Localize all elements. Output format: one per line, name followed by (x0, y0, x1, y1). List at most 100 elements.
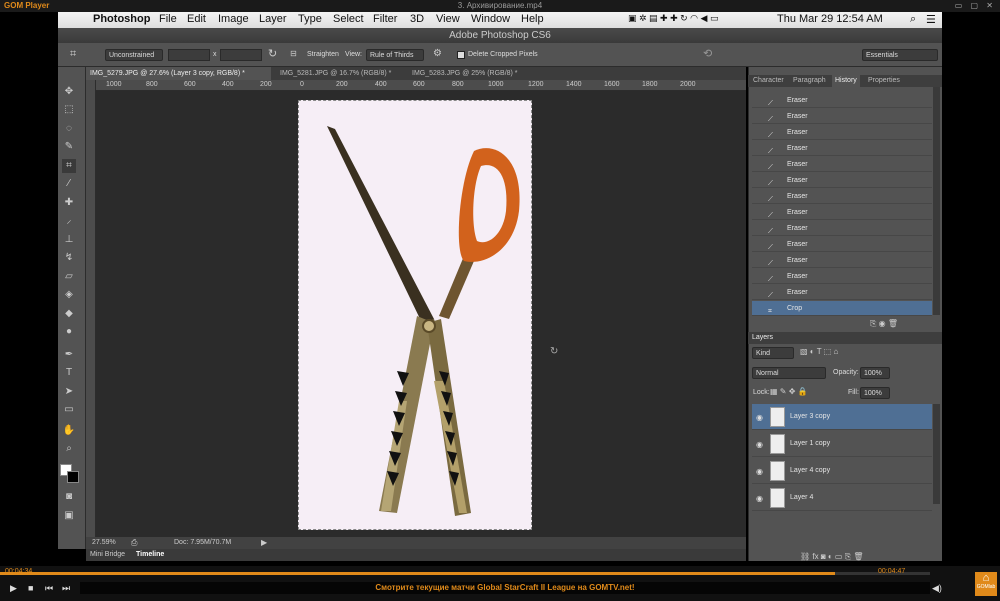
history-item-selected[interactable]: ⌗ Crop (752, 301, 932, 316)
tab-character[interactable]: Character (750, 75, 787, 87)
background-color-swatch[interactable] (67, 471, 79, 483)
workspace-dropdown[interactable]: Essentials (862, 49, 938, 61)
layer-row[interactable]: ◉ Layer 1 copy (752, 431, 932, 457)
dodge-tool-icon[interactable]: ● (62, 325, 76, 339)
menu-filter[interactable]: Filter (373, 13, 397, 25)
history-item[interactable]: ⟋ Eraser (752, 173, 932, 188)
layers-footer-icons[interactable]: ⛓ fx ◙ ◐ ▭ ⎘ 🗑 (800, 552, 864, 562)
shape-tool-icon[interactable]: ▭ (62, 403, 76, 417)
document-image[interactable] (298, 100, 532, 530)
crop-tool-icon[interactable]: ⌗ (62, 159, 76, 173)
tab-timeline[interactable]: Timeline (136, 551, 164, 558)
eraser-tool-icon[interactable]: ▱ (62, 270, 76, 284)
player-window-controls[interactable]: ▭ ▢ ✕ (955, 1, 996, 10)
type-tool-icon[interactable]: T (62, 366, 76, 380)
crop-tool-icon[interactable]: ⌗ (70, 48, 76, 61)
menu-window[interactable]: Window (471, 13, 510, 25)
screen-mode-icon[interactable]: ▣ (62, 509, 76, 523)
menu-file[interactable]: File (159, 13, 177, 25)
tab-img-5279[interactable]: IMG_5279.JPG @ 27.6% (Layer 3 copy, RGB/… (86, 67, 271, 80)
quick-select-tool-icon[interactable]: ✎ (62, 140, 76, 154)
history-item[interactable]: ⟋ Eraser (752, 237, 932, 252)
tab-img-5281[interactable]: IMG_5281.JPG @ 16.7% (RGB/8) * (276, 67, 404, 80)
notification-icon[interactable]: ☰ (926, 13, 936, 26)
straighten-label[interactable]: Straighten (307, 51, 339, 58)
export-icon[interactable]: ⎙ (131, 538, 137, 548)
delete-cropped-checkbox[interactable] (457, 51, 465, 59)
path-select-tool-icon[interactable]: ➤ (62, 385, 76, 399)
stop-icon[interactable]: ■ (28, 583, 33, 593)
swap-icon[interactable]: ↻ (268, 47, 277, 60)
history-item[interactable]: ⟋ Eraser (752, 189, 932, 204)
bucket-tool-icon[interactable]: ◈ (62, 288, 76, 302)
filter-icons[interactable]: ▧ ◐ T ⬚ ⌂ (800, 347, 838, 356)
tab-mini-bridge[interactable]: Mini Bridge (90, 551, 125, 558)
tab-properties[interactable]: Properties (865, 75, 903, 87)
menu-help[interactable]: Help (521, 13, 544, 25)
eye-icon[interactable]: ◉ (756, 467, 763, 476)
move-tool-icon[interactable]: ✥ (62, 85, 76, 99)
eye-icon[interactable]: ◉ (756, 413, 763, 422)
width-field[interactable] (168, 49, 210, 61)
menubar-clock[interactable]: Thu Mar 29 12:54 AM (777, 13, 883, 25)
history-item[interactable]: ⟋ Eraser (752, 125, 932, 140)
fill-field[interactable]: 100% (860, 387, 890, 399)
hand-tool-icon[interactable]: ✋ (62, 424, 76, 438)
menu-image[interactable]: Image (218, 13, 249, 25)
status-icons[interactable]: ▣ ✲ ▤ ✚ ✚ ↻ ◠ ◀ ▭ (628, 13, 718, 24)
history-item[interactable]: ⟋ Eraser (752, 93, 932, 108)
pen-tool-icon[interactable]: ✒ (62, 348, 76, 362)
volume-icon[interactable]: ◀) (932, 583, 942, 594)
lock-icons[interactable]: ▦ ✎ ✥ 🔒 (770, 387, 808, 396)
gear-icon[interactable]: ⚙ (433, 48, 442, 59)
layers-scrollbar[interactable] (933, 404, 940, 504)
history-item[interactable]: ⟋ Eraser (752, 221, 932, 236)
menu-3d[interactable]: 3D (410, 13, 424, 25)
menu-type[interactable]: Type (298, 13, 322, 25)
tab-history[interactable]: History (832, 75, 860, 87)
quick-mask-icon[interactable]: ◙ (62, 490, 76, 504)
layers-title[interactable]: Layers (752, 334, 773, 341)
stamp-tool-icon[interactable]: ⊥ (62, 233, 76, 247)
lasso-tool-icon[interactable]: ◌ (62, 122, 76, 136)
zoom-tool-icon[interactable]: ⌕ (62, 442, 76, 456)
layer-row[interactable]: ◉ Layer 3 copy (752, 404, 932, 430)
eye-icon[interactable]: ◉ (756, 494, 763, 503)
height-field[interactable] (220, 49, 262, 61)
history-item[interactable]: ⟋ Eraser (752, 285, 932, 300)
status-menu-arrow-icon[interactable]: ▶ (261, 538, 267, 547)
straighten-icon[interactable]: ⊟ (290, 49, 297, 58)
history-brush-tool-icon[interactable]: ↯ (62, 251, 76, 265)
view-dropdown[interactable]: Rule of Thirds (366, 49, 424, 61)
history-footer-icons[interactable]: ⎘ ◉ 🗑 (870, 319, 898, 329)
spotlight-icon[interactable]: ⌕ (910, 13, 916, 26)
marquee-tool-icon[interactable]: ⬚ (62, 103, 76, 117)
healing-tool-icon[interactable]: ✚ (62, 196, 76, 210)
menu-view[interactable]: View (436, 13, 460, 25)
menu-app-name[interactable]: Photoshop (93, 13, 150, 25)
ad-marquee[interactable]: Смотрите текущие матчи Global StarCraft … (80, 582, 930, 594)
tab-img-5283[interactable]: IMG_5283.JPG @ 25% (RGB/8) * (408, 67, 536, 80)
menu-select[interactable]: Select (333, 13, 364, 25)
brush-tool-icon[interactable]: ⸝ (62, 214, 76, 228)
layer-filter-dropdown[interactable]: Kind (752, 347, 794, 359)
history-item[interactable]: ⟋ Eraser (752, 205, 932, 220)
play-icon[interactable]: ▶ (10, 583, 17, 594)
blur-tool-icon[interactable]: ◆ (62, 307, 76, 321)
gomlab-button[interactable]: ⌂ GOMlab (975, 572, 997, 596)
menu-layer[interactable]: Layer (259, 13, 287, 25)
previous-icon[interactable]: ⏮ (45, 583, 53, 594)
layer-row[interactable]: ◉ Layer 4 (752, 485, 932, 511)
history-item[interactable]: ⟋ Eraser (752, 253, 932, 268)
history-item[interactable]: ⟋ Eraser (752, 157, 932, 172)
ratio-dropdown[interactable]: Unconstrained (105, 49, 163, 61)
eyedropper-tool-icon[interactable]: ⁄ (62, 177, 76, 191)
layer-row[interactable]: ◉ Layer 4 copy (752, 458, 932, 484)
history-item[interactable]: ⟋ Eraser (752, 269, 932, 284)
zoom-level[interactable]: 27.59% (92, 539, 116, 546)
eye-icon[interactable]: ◉ (756, 440, 763, 449)
next-icon[interactable]: ⏭ (62, 583, 70, 594)
cancel-crop-icon[interactable]: ⟲ (703, 47, 712, 60)
opacity-field[interactable]: 100% (860, 367, 890, 379)
history-scrollbar[interactable] (933, 87, 940, 315)
